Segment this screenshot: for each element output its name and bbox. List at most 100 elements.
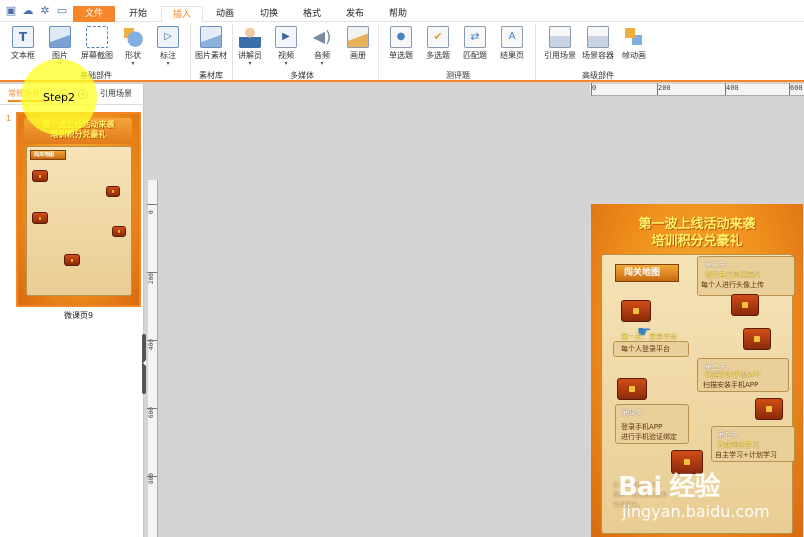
group-label-material: 素材库 xyxy=(199,71,223,80)
ref-scene-icon xyxy=(549,26,571,48)
menu-help[interactable]: 帮助 xyxy=(379,6,417,22)
shape-icon xyxy=(122,26,144,48)
level2-title: 第二关： xyxy=(705,261,733,269)
map-tag[interactable]: 闯关地图 xyxy=(615,264,679,282)
menu-insert[interactable]: 插入 xyxy=(161,6,203,23)
ruler-tick xyxy=(147,340,157,341)
result-page-label: 结果页 xyxy=(500,51,524,60)
ruler-label: 800 xyxy=(148,473,155,484)
level3-line2: 扫描安装手机APP xyxy=(703,381,759,389)
single-choice-label: 单选题 xyxy=(389,51,413,60)
annotate-button[interactable]: ▷ 标注 ▾ xyxy=(152,26,184,70)
matching-label: 匹配题 xyxy=(463,51,487,60)
slide-title[interactable]: 第一波上线活动来袭 培训积分兑豪礼 xyxy=(591,216,803,250)
level2-line2: 每个人进行头像上传 xyxy=(701,281,764,289)
ruler-tick xyxy=(725,83,726,95)
screenshot-button[interactable]: 屏幕截图 xyxy=(78,26,116,70)
group-label-media: 多媒体 xyxy=(290,71,314,80)
level5-line2: 自主学习+计划学习 xyxy=(715,451,777,459)
group-separator xyxy=(232,24,233,80)
menu-transition[interactable]: 切换 xyxy=(250,6,288,22)
scene-container-button[interactable]: 场景容器 xyxy=(580,26,616,70)
pic-material-label: 图片素材 xyxy=(195,51,227,60)
collapse-arrow-icon xyxy=(143,360,146,366)
tab-ref-scene[interactable]: 引用场景 xyxy=(100,86,140,102)
audio-button[interactable]: ◀) 音频 ▾ xyxy=(307,26,337,70)
multi-choice-label: 多选题 xyxy=(426,51,450,60)
group-separator xyxy=(378,24,379,80)
multi-choice-icon: ✔ xyxy=(427,26,449,48)
ruler-label: 200 xyxy=(658,84,671,92)
group-label-quiz: 测评题 xyxy=(446,71,470,80)
group-separator xyxy=(190,24,191,80)
thumbnail-chest xyxy=(64,254,80,266)
album-button[interactable]: 画册 xyxy=(343,26,373,70)
group-label-advanced: 高级部件 xyxy=(582,71,614,80)
ruler-tick xyxy=(147,408,157,409)
single-choice-button[interactable]: ● 单选题 xyxy=(384,26,418,70)
slide-title-line2: 培训积分兑豪礼 xyxy=(651,234,743,249)
slide-title-line1: 第一波上线活动来袭 xyxy=(638,217,756,232)
level3-line1: 扫描安装手机APP xyxy=(705,371,761,379)
ruler-label: 400 xyxy=(726,84,739,92)
scene-container-icon xyxy=(587,26,609,48)
ruler-tick xyxy=(147,476,157,477)
speaker-icon: ◀) xyxy=(312,27,332,46)
save-icon[interactable]: ▣ xyxy=(4,4,18,18)
thumbnail-chest xyxy=(106,186,120,197)
annotate-icon: ▷ xyxy=(157,26,179,48)
menu-format[interactable]: 格式 xyxy=(293,6,331,22)
pic-material-icon xyxy=(200,26,222,48)
album-icon xyxy=(347,26,369,48)
level4-title: 第四关： xyxy=(621,409,649,417)
shape-button[interactable]: 形状 ▾ xyxy=(118,26,148,70)
album-label: 画册 xyxy=(350,51,366,60)
picture-icon xyxy=(49,26,71,48)
menu-home[interactable]: 开始 xyxy=(120,6,156,22)
level1-line1: 每个人登录平台 xyxy=(621,345,670,353)
result-page-button[interactable]: A 结果页 xyxy=(495,26,529,70)
matching-icon: ⇄ xyxy=(464,26,486,48)
preview-icon[interactable]: ▭ xyxy=(55,4,69,18)
ruler-label: 200 xyxy=(148,273,155,284)
textbox-label: 文本框 xyxy=(11,51,35,60)
level5-line1: 完成闯关学习 xyxy=(717,441,759,449)
textbox-icon: T xyxy=(12,26,34,48)
pic-material-button[interactable]: 图片素材 xyxy=(193,26,229,70)
video-button[interactable]: ▶ 视频 ▾ xyxy=(272,26,300,70)
narrator-button[interactable]: 讲解员 ▾ xyxy=(235,26,265,70)
level2-line1: 提交自己真实照片 xyxy=(705,271,761,279)
settings-icon[interactable]: ✲ xyxy=(38,4,52,18)
menu-publish[interactable]: 发布 xyxy=(336,6,374,22)
textbox-button[interactable]: T 文本框 xyxy=(6,26,40,70)
matching-button[interactable]: ⇄ 匹配题 xyxy=(458,26,492,70)
scene-panel: 常规场景 ▸ + 引用场景 1 第一波上线活动来袭培训积分兑豪礼 闯关地图 微课… xyxy=(0,84,144,537)
ref-scene-button[interactable]: 引用场景 xyxy=(540,26,580,70)
chevron-down-icon: ▾ xyxy=(166,60,170,67)
result-page-icon: A xyxy=(501,26,523,48)
video-icon: ▶ xyxy=(275,26,297,48)
page-thumbnail[interactable]: 第一波上线活动来袭培训积分兑豪礼 闯关地图 xyxy=(16,112,141,307)
treasure-chest-icon xyxy=(743,328,771,350)
treasure-chest-icon xyxy=(617,378,647,400)
ruler-label: 0 xyxy=(148,210,155,214)
frame-anim-label: 帧动画 xyxy=(622,51,646,60)
ruler-label: 0 xyxy=(592,84,597,92)
page-title: 微课页9 xyxy=(63,311,94,320)
level4-line1: 登录手机APP xyxy=(621,423,663,431)
multi-choice-button[interactable]: ✔ 多选题 xyxy=(421,26,455,70)
narrator-icon xyxy=(239,26,261,48)
menu-file[interactable]: 文件 xyxy=(73,6,115,22)
thumbnail-chest xyxy=(32,170,48,182)
chevron-down-icon: ▾ xyxy=(248,60,252,67)
step-highlight: Step2 xyxy=(21,59,97,135)
group-separator xyxy=(535,24,536,80)
menu-animation[interactable]: 动画 xyxy=(206,6,244,22)
watermark-logo: Bai 经验 xyxy=(618,472,720,502)
frame-anim-button[interactable]: 帧动画 xyxy=(619,26,649,70)
cloud-icon[interactable]: ☁ xyxy=(21,4,35,18)
ruler-tick xyxy=(591,83,592,95)
treasure-chest-icon xyxy=(731,294,759,316)
title-menu-bar: ▣ ☁ ✲ ▭ 文件 开始 插入 动画 切换 格式 发布 帮助 xyxy=(0,0,804,23)
thumbnail-map-tag: 闯关地图 xyxy=(30,150,66,160)
